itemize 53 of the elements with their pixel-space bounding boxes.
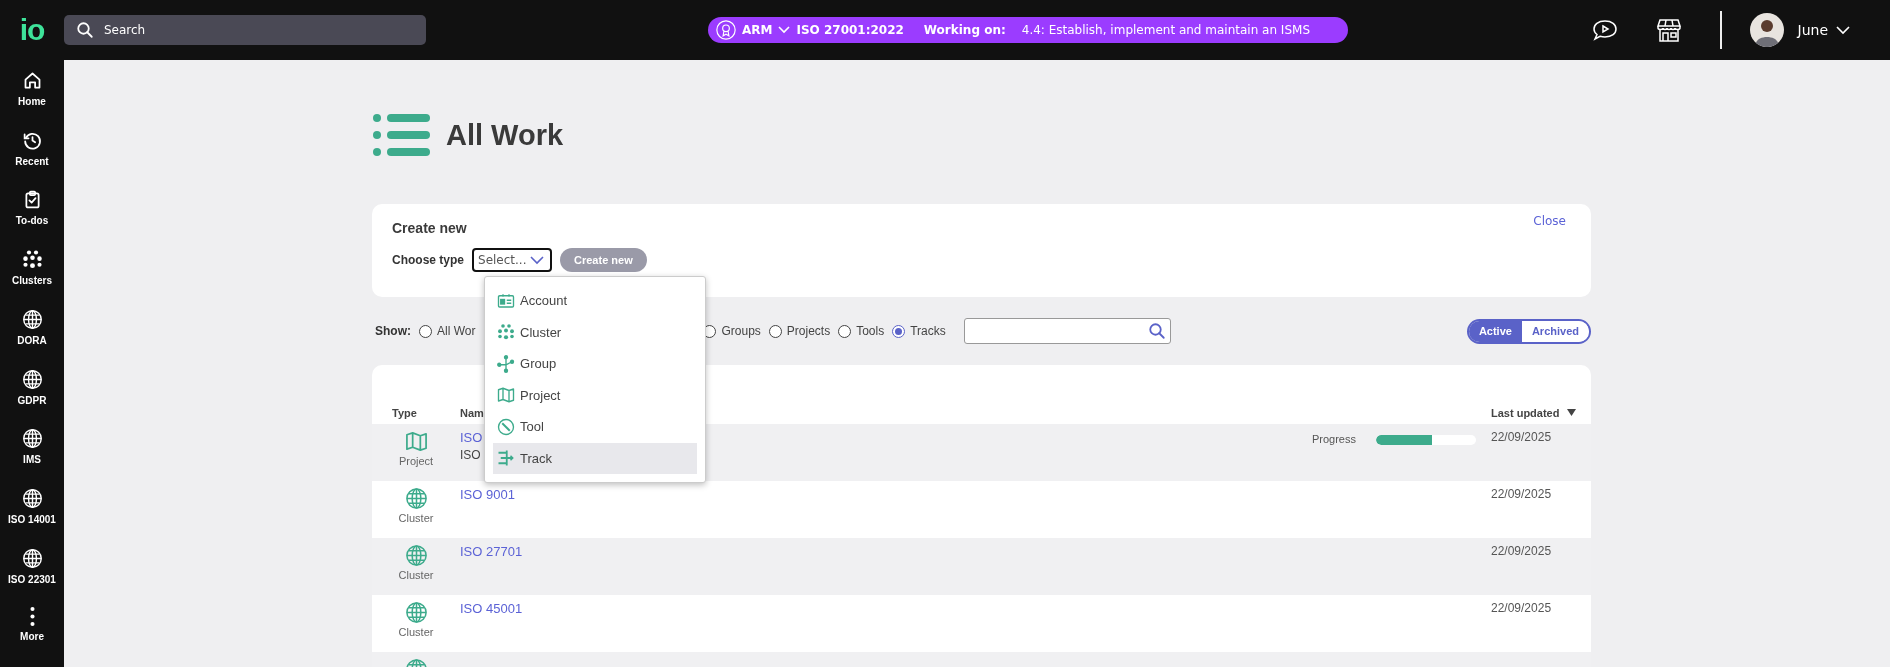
sidebar-item[interactable]: ISO 14001 <box>0 487 64 548</box>
org-label: ARM <box>742 23 773 37</box>
working-on-text: 4.4: Establish, implement and maintain an ISMS <box>1021 23 1310 37</box>
card-title: Create new <box>392 220 467 236</box>
close-link[interactable]: Close <box>1533 214 1566 228</box>
date-cell-text: 22/09/2025 <box>1491 543 1553 560</box>
column-header: Nam <box>460 406 484 419</box>
date-cell-text: 22/09/2025 <box>1491 429 1553 446</box>
menu-item[interactable]: Group <box>493 348 697 380</box>
radio-label[interactable]: Projects <box>786 324 831 338</box>
type-label: Cluster <box>398 512 434 524</box>
sidebar-item[interactable]: To-dos <box>0 189 64 250</box>
context-banner[interactable]: ARM ISO 27001:2022 Working on: 4.4: Establish, implement and maintain an ISMS <box>708 17 1348 43</box>
column-header[interactable]: Last updated <box>1491 406 1560 419</box>
type-label: Project <box>398 455 434 467</box>
column-header: Type <box>391 406 418 419</box>
sidebar-item[interactable]: DORA <box>0 308 64 369</box>
menu-item[interactable]: Account <box>493 285 697 317</box>
sidebar-item[interactable]: IMS <box>0 428 64 488</box>
item-link[interactable]: ISO <box>460 430 483 445</box>
item-link[interactable]: ISO 27701 <box>460 544 523 559</box>
type-label: Cluster <box>398 626 434 638</box>
item-link[interactable]: ISO 9001 <box>460 487 515 502</box>
menu-item[interactable]: Tool <box>493 411 697 443</box>
date-cell-text: 22/09/2025 <box>1491 486 1553 503</box>
sidebar-item[interactable]: More <box>0 607 64 667</box>
menu-item[interactable]: Cluster <box>493 316 697 348</box>
radio-label[interactable]: Tools <box>856 324 885 338</box>
progress-label: Progress <box>1311 433 1356 445</box>
choose-type-label: Choose type <box>392 253 464 267</box>
item-subtitle: ISO <box>460 448 481 462</box>
standard-label: ISO 27001:2022 <box>796 23 904 37</box>
type-label: Cluster <box>398 569 434 581</box>
item-link[interactable]: ISO 45001 <box>460 601 523 616</box>
sidebar-item[interactable]: ISO 22301 <box>0 547 64 608</box>
toggle-option[interactable]: Archived <box>1521 320 1589 342</box>
sidebar-item[interactable]: Recent <box>0 129 64 190</box>
date-cell-text: 22/09/2025 <box>1491 600 1553 617</box>
logo[interactable]: io <box>0 13 64 47</box>
toggle-option[interactable]: Active <box>1468 320 1522 342</box>
type-dropdown[interactable]: Select... <box>472 248 552 272</box>
menu-item[interactable]: Project <box>493 379 697 411</box>
page-title: All Work <box>446 118 564 152</box>
radio-label[interactable]: Tracks <box>910 324 946 338</box>
working-on-label: Working on: <box>923 23 1006 37</box>
menu-item[interactable]: Track <box>493 442 697 474</box>
radio-label[interactable]: Groups <box>721 324 761 338</box>
user-name[interactable]: June <box>1797 22 1828 38</box>
sidebar-item[interactable]: Home <box>0 70 64 130</box>
sidebar-item[interactable]: GDPR <box>0 368 64 429</box>
show-label: Show: <box>375 324 411 338</box>
radio-label[interactable]: All Wor <box>437 324 476 338</box>
sidebar-item[interactable]: Clusters <box>0 249 64 309</box>
